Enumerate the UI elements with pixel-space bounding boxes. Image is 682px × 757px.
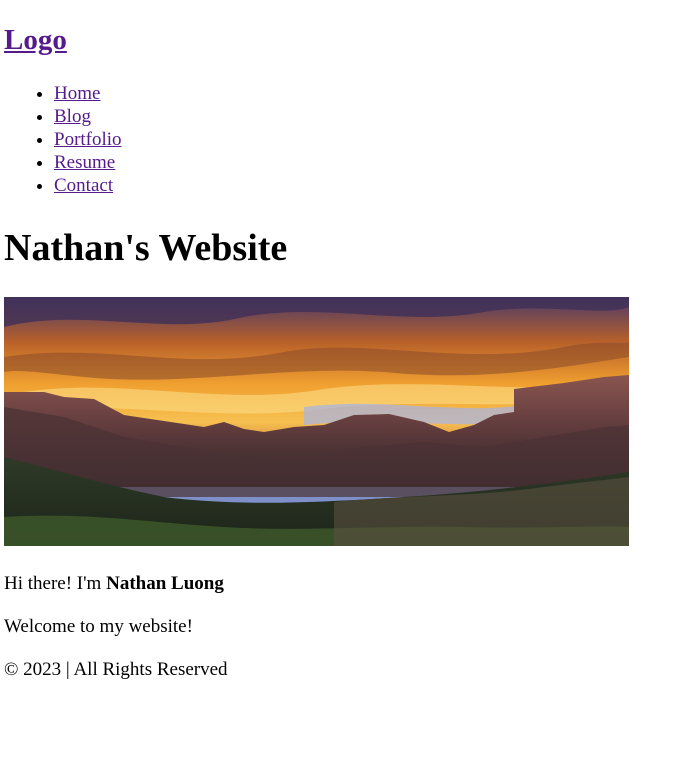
nav-item-blog: Blog bbox=[54, 105, 122, 128]
logo-link[interactable]: Logo bbox=[4, 24, 67, 56]
hero-image bbox=[4, 297, 629, 546]
main-nav: Home Blog Portfolio Resume Contact bbox=[4, 82, 122, 197]
intro-name: Nathan Luong bbox=[106, 573, 224, 594]
nav-link-resume[interactable]: Resume bbox=[54, 152, 115, 173]
nav-item-contact: Contact bbox=[54, 174, 122, 197]
welcome-text: Welcome to my website! bbox=[4, 616, 193, 637]
site-logo: Logo bbox=[4, 22, 67, 58]
sunset-canyon-image bbox=[4, 297, 629, 546]
nav-link-portfolio[interactable]: Portfolio bbox=[54, 129, 122, 150]
nav-link-blog[interactable]: Blog bbox=[54, 106, 91, 127]
page-title: Nathan's Website bbox=[4, 227, 288, 269]
nav-link-contact[interactable]: Contact bbox=[54, 175, 113, 196]
nav-link-home[interactable]: Home bbox=[54, 83, 100, 104]
intro-prefix: Hi there! I'm bbox=[4, 573, 107, 594]
nav-item-home: Home bbox=[54, 82, 122, 105]
nav-item-resume: Resume bbox=[54, 151, 122, 174]
footer-text: © 2023 | All Rights Reserved bbox=[4, 659, 228, 680]
nav-item-portfolio: Portfolio bbox=[54, 128, 122, 151]
intro-text: Hi there! I'm Nathan Luong bbox=[4, 572, 224, 596]
